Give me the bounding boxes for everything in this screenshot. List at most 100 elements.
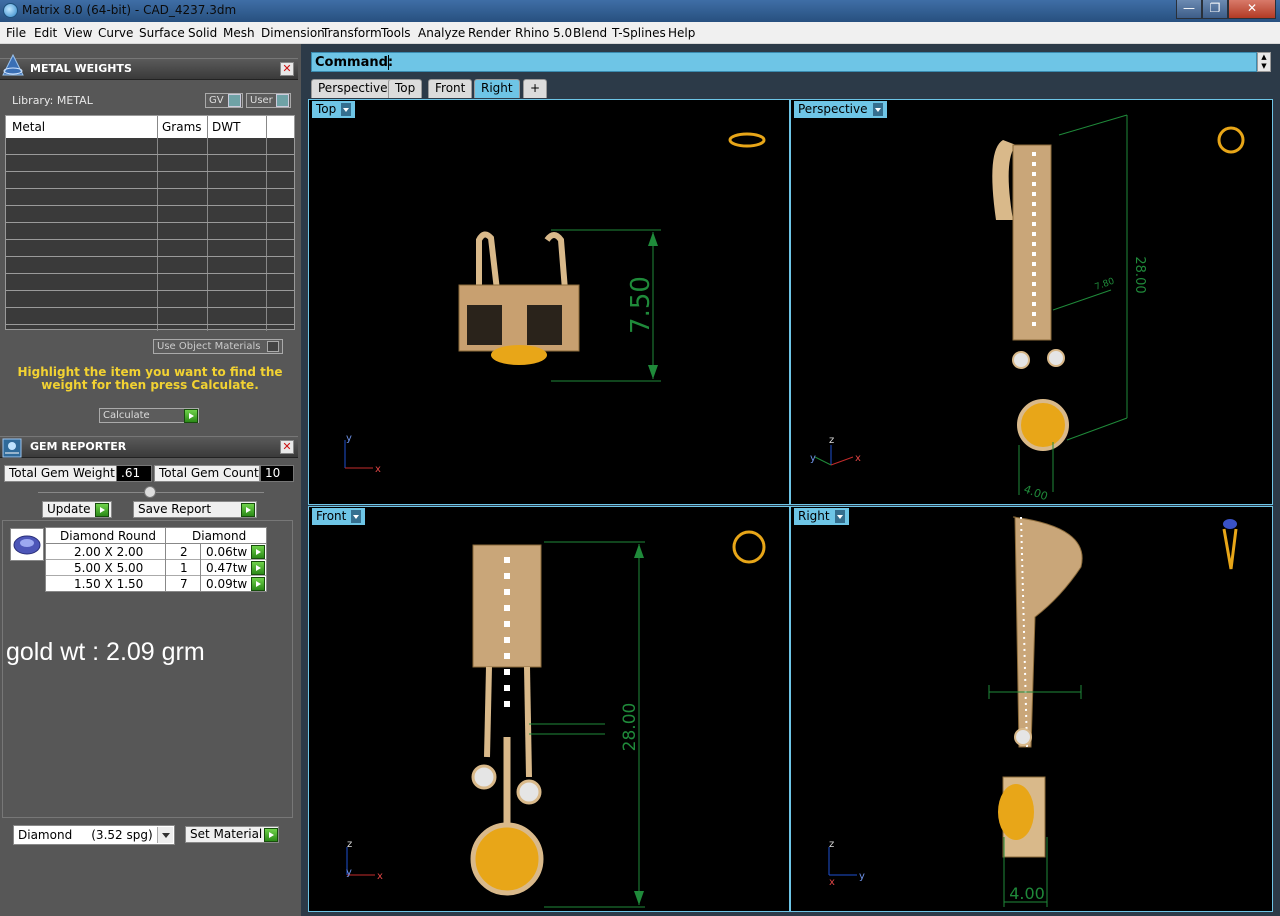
gem-row-select-button[interactable] [251, 545, 265, 559]
metal-weights-icon [2, 53, 24, 76]
gem-thumbnail[interactable] [10, 528, 44, 561]
tab-right[interactable]: Right [474, 79, 520, 98]
viewport-perspective-label[interactable]: Perspective [794, 101, 887, 118]
viewport-front-name: Front [316, 509, 347, 523]
slider-handle[interactable] [144, 486, 156, 498]
menu-analyze[interactable]: Analyze [418, 26, 465, 40]
gem-col-shape: Diamond Round [60, 529, 156, 543]
menu-curve[interactable]: Curve [98, 26, 133, 40]
tab-front[interactable]: Front [428, 79, 473, 98]
viewport-top-name: Top [316, 102, 337, 116]
menu-edit[interactable]: Edit [34, 26, 57, 40]
viewport-right-label[interactable]: Right [794, 508, 849, 525]
menu-help[interactable]: Help [668, 26, 695, 40]
gem-table: Diamond Round Diamond 2.00 X 2.00 2 0.06… [45, 527, 267, 592]
gem-row-select-button[interactable] [251, 561, 265, 575]
perspective-dimension-height: 28.00 [1132, 256, 1147, 293]
viewport-top[interactable]: 7.50 y x Top [308, 99, 790, 505]
use-object-materials-checkbox[interactable] [267, 341, 279, 352]
top-view-render: 7.50 y x [344, 132, 766, 475]
material-select[interactable]: Diamond (3.52 spg) [13, 825, 175, 845]
gold-weight-note[interactable]: gold wt : 2.09 grm [6, 638, 205, 667]
set-material-button[interactable] [264, 828, 278, 842]
svg-text:y: y [346, 867, 352, 878]
gem-row-qty: 1 [180, 561, 188, 575]
svg-text:x: x [829, 877, 835, 888]
user-label: User [250, 95, 273, 106]
svg-text:x: x [855, 453, 861, 464]
total-gem-count-value: 10 [260, 465, 294, 482]
user-button[interactable] [276, 94, 289, 107]
col-metal: Metal [12, 120, 46, 134]
svg-text:z: z [829, 435, 834, 446]
perspective-dimension-depth: 7.80 [1094, 276, 1117, 292]
add-tab-button[interactable]: + [523, 79, 548, 98]
menu-dimension[interactable]: Dimension [261, 26, 325, 40]
minimize-button[interactable]: — [1176, 0, 1202, 19]
update-button[interactable] [95, 503, 109, 517]
viewport-top-label[interactable]: Top [312, 101, 356, 118]
close-window-button[interactable]: ✕ [1228, 0, 1276, 19]
viewport-front[interactable]: 28.00 z y x Front [308, 506, 790, 912]
chevron-down-icon[interactable] [872, 103, 883, 116]
menu-rhino[interactable]: Rhino 5.0 [515, 26, 572, 40]
viewport-right-name: Right [798, 509, 830, 523]
calculate-button[interactable] [184, 409, 198, 423]
menu-file[interactable]: File [6, 26, 26, 40]
save-report-field[interactable]: Save Report [133, 501, 257, 518]
gem-row-weight: 0.06tw [206, 545, 248, 559]
gem-reporter-close[interactable]: ✕ [280, 440, 294, 454]
use-object-materials[interactable]: Use Object Materials [153, 339, 283, 354]
chevron-down-icon [162, 833, 170, 838]
chevron-down-icon[interactable] [341, 103, 352, 116]
command-bar[interactable]: Command: [311, 52, 1257, 72]
menu-tools[interactable]: Tools [381, 26, 411, 40]
viewport-perspective[interactable]: 28.00 7.80 4.00 z x y Perspective [790, 99, 1273, 505]
metal-weights-close[interactable]: ✕ [280, 62, 294, 76]
total-gem-weight-value: .61 [116, 465, 152, 482]
gem-row-weight: 0.47tw [206, 561, 248, 575]
command-caret [388, 55, 389, 70]
menu-mesh[interactable]: Mesh [223, 26, 255, 40]
metal-table[interactable]: Metal Grams DWT [5, 115, 295, 331]
gem-reporter-header: GEM REPORTER ✕ [0, 436, 298, 458]
menu-blend[interactable]: Blend [573, 26, 607, 40]
gem-reporter-title: GEM REPORTER [30, 440, 127, 453]
chevron-down-icon[interactable] [351, 510, 362, 523]
svg-text:y: y [859, 871, 865, 882]
right-view-render: 4.00 z x y [828, 516, 1238, 907]
gem-row-size: 5.00 X 5.00 [74, 561, 144, 575]
app-icon [3, 3, 18, 18]
svg-text:z: z [829, 839, 834, 850]
gem-row-select-button[interactable] [251, 577, 265, 591]
viewport-right[interactable]: 4.00 z x y Right [790, 506, 1273, 912]
menu-transform[interactable]: Transform [322, 26, 382, 40]
menu-surface[interactable]: Surface [139, 26, 185, 40]
tab-top[interactable]: Top [388, 79, 423, 98]
gv-button[interactable] [228, 94, 241, 107]
menu-render[interactable]: Render [468, 26, 511, 40]
tab-perspective[interactable]: Perspective [311, 79, 395, 98]
gem-row-weight: 0.09tw [206, 577, 248, 591]
gem-row-qty: 2 [180, 545, 188, 559]
library-label: Library: METAL [12, 94, 93, 107]
viewport-front-label[interactable]: Front [312, 508, 366, 525]
menu-tsplines[interactable]: T-Splines [612, 26, 666, 40]
window-title: Matrix 8.0 (64-bit) - CAD_4237.3dm [22, 3, 237, 17]
maximize-button[interactable]: ❐ [1202, 0, 1228, 19]
gem-col-material: Diamond [192, 529, 247, 543]
chevron-down-icon[interactable] [834, 510, 845, 523]
command-scroll[interactable]: ▲ ▼ [1257, 52, 1271, 72]
menu-solid[interactable]: Solid [188, 26, 217, 40]
col-grams: Grams [162, 120, 202, 134]
top-dimension: 7.50 [626, 276, 656, 334]
gem-row-size: 1.50 X 1.50 [74, 577, 144, 591]
save-report-button[interactable] [241, 503, 255, 517]
calculate-hint: Highlight the item you want to find the … [17, 365, 283, 392]
svg-text:z: z [347, 839, 352, 850]
menu-view[interactable]: View [64, 26, 92, 40]
left-panel: METAL WEIGHTS ✕ Library: METAL GV User M… [0, 44, 301, 916]
calculate-label: Calculate [103, 410, 150, 421]
material-dropdown-arrow[interactable] [157, 827, 173, 843]
work-area: Command: ▲ ▼ Perspective Top Front Right … [301, 44, 1280, 916]
